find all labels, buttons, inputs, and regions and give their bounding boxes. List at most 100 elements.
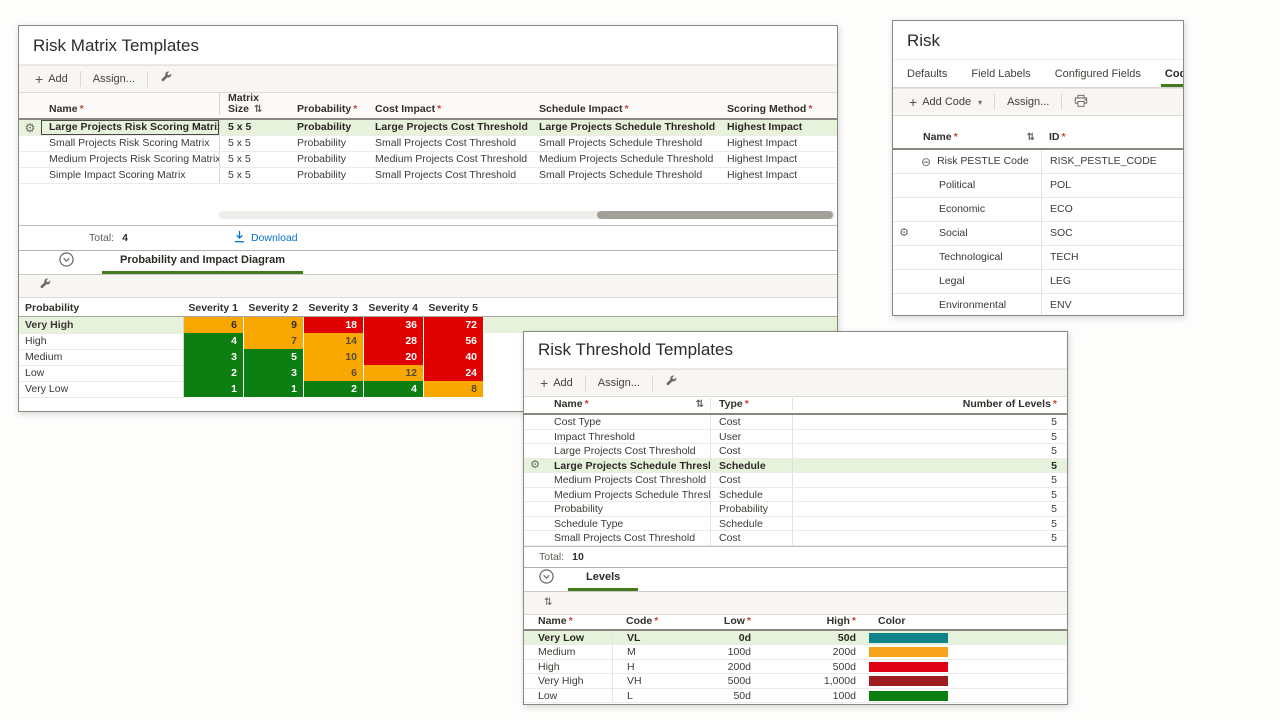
score-cell[interactable]: 12 <box>364 365 424 382</box>
score-cell[interactable]: 28 <box>364 333 424 350</box>
collapse-section-button[interactable] <box>539 568 554 587</box>
table-row[interactable]: Low L 50d 100d <box>524 688 1067 703</box>
tab-defaults[interactable]: Defaults <box>903 68 951 87</box>
tab-levels[interactable]: Levels <box>568 571 639 591</box>
table-row[interactable]: Schedule Type Schedule 5 <box>524 516 1067 531</box>
gear-icon[interactable]: ⚙ <box>25 122 36 134</box>
column-header-probability[interactable]: Probability * <box>289 104 367 115</box>
score-cell[interactable]: 20 <box>364 349 424 366</box>
table-row[interactable]: Technological TECH <box>893 246 1183 270</box>
table-row[interactable]: ⚙ Large Projects Risk Scoring Matrix 5 x 5… <box>19 120 837 136</box>
assign-button[interactable]: Assign... <box>586 370 652 396</box>
score-cell[interactable]: 36 <box>364 317 424 334</box>
column-header-severity-4[interactable]: Severity 4 <box>364 301 424 316</box>
table-row[interactable]: Very High VH 500d 1,000d <box>524 674 1067 689</box>
tab-field-labels[interactable]: Field Labels <box>967 68 1034 87</box>
table-row[interactable]: Medium M 100d 200d <box>524 645 1067 660</box>
score-cell[interactable]: 8 <box>424 381 484 398</box>
collapse-minus-circle-icon[interactable]: ⊖ <box>921 156 931 168</box>
score-cell[interactable]: 3 <box>244 365 304 382</box>
gear-icon[interactable]: ⚙ <box>899 228 909 239</box>
column-header-name[interactable]: Name * ⇅ <box>915 131 1041 143</box>
table-row[interactable]: Medium Projects Risk Scoring Matrix 5 x 5… <box>19 152 837 168</box>
score-cell[interactable]: 24 <box>424 365 484 382</box>
column-header-severity-1[interactable]: Severity 1 <box>184 301 244 316</box>
column-header-severity-2[interactable]: Severity 2 <box>244 301 304 316</box>
score-cell[interactable]: 10 <box>304 349 364 366</box>
score-cell[interactable]: 9 <box>244 317 304 334</box>
customize-columns-button[interactable] <box>653 370 690 396</box>
customize-columns-button[interactable] <box>27 275 64 297</box>
add-code-button[interactable]: + Add Code ▾ <box>897 89 994 115</box>
table-row[interactable]: Cost Type Cost 5 <box>524 415 1067 430</box>
column-header-code[interactable]: Code * <box>612 615 684 627</box>
table-row[interactable]: Very Low VL 0d 50d <box>524 630 1067 645</box>
download-button[interactable]: Download <box>233 230 298 246</box>
add-button[interactable]: + Add <box>528 370 585 396</box>
column-header-number-of-levels[interactable]: Number of Levels * <box>793 398 1067 410</box>
score-cell[interactable]: 72 <box>424 317 484 334</box>
assign-button[interactable]: Assign... <box>81 66 147 92</box>
assign-button[interactable]: Assign... <box>995 89 1061 115</box>
gear-icon[interactable]: ⚙ <box>530 459 540 471</box>
sort-button[interactable]: ⇅ <box>532 592 564 614</box>
sort-icon[interactable]: ⇅ <box>696 399 704 410</box>
scrollbar-thumb[interactable] <box>597 211 833 219</box>
score-cell[interactable]: 4 <box>364 381 424 398</box>
table-row[interactable]: Small Projects Risk Scoring Matrix 5 x 5 P… <box>19 136 837 152</box>
score-cell[interactable]: 56 <box>424 333 484 350</box>
column-header-severity-3[interactable]: Severity 3 <box>304 301 364 316</box>
column-header-high[interactable]: High * <box>759 615 864 627</box>
sort-icon[interactable]: ⇅ <box>254 104 262 115</box>
score-cell[interactable]: 1 <box>184 381 244 398</box>
tab-configured-fields[interactable]: Configured Fields <box>1051 68 1145 87</box>
column-header-name[interactable]: Name * <box>41 104 219 115</box>
print-button[interactable] <box>1062 89 1100 115</box>
table-row[interactable]: ⚙ Social SOC <box>893 222 1183 246</box>
score-cell[interactable]: 7 <box>244 333 304 350</box>
table-row[interactable]: Large Projects Cost Threshold Cost 5 <box>524 444 1067 459</box>
column-header-matrix-size[interactable]: Matrix Size ⇅ <box>219 93 289 115</box>
score-cell[interactable]: 2 <box>184 365 244 382</box>
table-row[interactable]: Probability Probability 5 <box>524 502 1067 517</box>
column-header-severity-5[interactable]: Severity 5 <box>424 301 484 316</box>
score-cell[interactable]: 18 <box>304 317 364 334</box>
add-button[interactable]: + Add <box>23 66 80 92</box>
score-cell[interactable]: 4 <box>184 333 244 350</box>
column-header-name[interactable]: Name * ⇅ <box>546 398 711 410</box>
score-cell[interactable]: 2 <box>304 381 364 398</box>
column-header-schedule-impact[interactable]: Schedule Impact * <box>531 104 719 115</box>
column-header-scoring-method[interactable]: Scoring Method * <box>719 104 837 115</box>
score-cell[interactable]: 14 <box>304 333 364 350</box>
sort-icon[interactable]: ⇅ <box>1027 132 1035 143</box>
table-row[interactable]: Impact Threshold User 5 <box>524 429 1067 444</box>
table-row[interactable]: Medium Projects Schedule Threshold Schedu… <box>524 487 1067 502</box>
column-header-name[interactable]: Name * <box>524 615 612 627</box>
customize-columns-button[interactable] <box>148 66 185 92</box>
table-row[interactable]: Environmental ENV <box>893 294 1183 315</box>
column-header-type[interactable]: Type * <box>711 398 793 410</box>
collapse-section-button[interactable] <box>59 252 74 270</box>
score-cell[interactable]: 6 <box>304 365 364 382</box>
score-cell[interactable]: 40 <box>424 349 484 366</box>
table-row[interactable]: Small Projects Cost Threshold Cost 5 <box>524 531 1067 546</box>
column-header-id[interactable]: ID * <box>1041 131 1183 143</box>
column-header-probability[interactable]: Probability <box>19 301 184 316</box>
score-cell[interactable]: 3 <box>184 349 244 366</box>
table-row[interactable]: ⚙ Large Projects Schedule ThresholdSchedu… <box>524 458 1067 473</box>
column-header-color[interactable]: Color <box>864 615 954 627</box>
table-row[interactable]: ⊖ Risk PESTLE Code RISK_PESTLE_CODE <box>893 150 1183 174</box>
table-row[interactable]: Legal LEG <box>893 270 1183 294</box>
horizontal-scrollbar[interactable] <box>219 211 835 219</box>
table-row[interactable]: Economic ECO <box>893 198 1183 222</box>
tab-codes[interactable]: Codes <box>1160 68 1183 87</box>
table-row[interactable]: Medium Projects Cost Threshold Cost 5 <box>524 473 1067 488</box>
table-row[interactable]: Political POL <box>893 174 1183 198</box>
column-header-cost-impact[interactable]: Cost Impact * <box>367 104 531 115</box>
score-cell[interactable]: 6 <box>184 317 244 334</box>
score-cell[interactable]: 5 <box>244 349 304 366</box>
tab-probability-impact-diagram[interactable]: Probability and Impact Diagram <box>102 254 304 274</box>
table-row[interactable]: High H 200d 500d <box>524 659 1067 674</box>
score-cell[interactable]: 1 <box>244 381 304 398</box>
column-header-low[interactable]: Low * <box>684 615 759 627</box>
